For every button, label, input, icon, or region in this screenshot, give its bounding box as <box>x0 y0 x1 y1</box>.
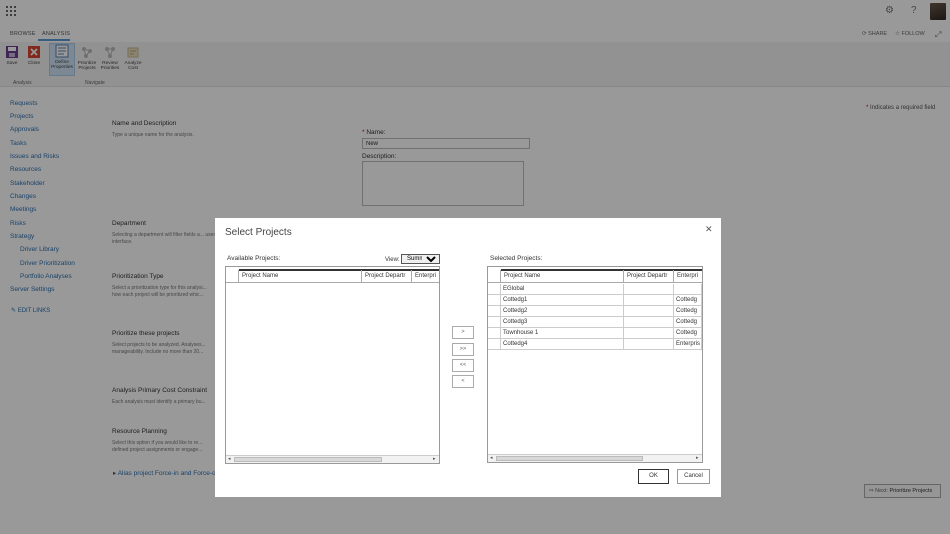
grid-header: Project Name Project Departr Enterpri <box>226 267 439 283</box>
enterprise-cell: Cottedg <box>674 306 702 317</box>
enterprise-cell: Enterpris <box>674 339 702 350</box>
project-department-cell <box>624 306 674 317</box>
column-header-project-department[interactable]: Project Departr <box>362 270 412 283</box>
scroll-left-icon[interactable]: ◂ <box>490 455 493 461</box>
selected-projects-grid[interactable]: Project Name Project Departr Enterpri EG… <box>487 266 703 463</box>
project-name-cell: Cottedg1 <box>501 295 624 306</box>
row-selector-header <box>226 270 239 283</box>
grid-header: Project Name Project Departr Enterpri <box>488 267 702 283</box>
scroll-thumb[interactable] <box>496 456 643 461</box>
available-projects-grid[interactable]: Project Name Project Departr Enterpri ◂ … <box>225 266 440 464</box>
ok-button[interactable]: OK <box>638 469 669 484</box>
row-selector-header <box>488 270 501 283</box>
scroll-thumb[interactable] <box>234 457 382 462</box>
column-header-project-name[interactable]: Project Name <box>501 270 624 283</box>
view-label: View: <box>385 257 400 263</box>
project-name-cell: Cottedg3 <box>501 317 624 328</box>
dialog-close-icon[interactable]: ✕ <box>705 224 713 235</box>
column-header-project-name[interactable]: Project Name <box>239 270 362 283</box>
project-department-cell <box>624 328 674 339</box>
dialog-title: Select Projects <box>225 227 292 238</box>
column-header-enterprise[interactable]: Enterpri <box>674 270 702 283</box>
row-selector-cell <box>488 328 501 339</box>
add-all-button[interactable]: >> <box>452 343 474 356</box>
available-projects-label: Available Projects: <box>227 255 281 262</box>
project-department-cell <box>624 317 674 328</box>
project-name-cell: EGlobal <box>501 284 624 295</box>
view-select[interactable]: Summary <box>401 254 440 264</box>
table-row[interactable]: Cottedg3 Cottedg <box>488 317 702 328</box>
enterprise-cell: Cottedg <box>674 295 702 306</box>
table-row[interactable]: Cottedg1 Cottedg <box>488 295 702 306</box>
column-header-enterprise[interactable]: Enterpri <box>412 270 439 283</box>
remove-selected-button[interactable]: < <box>452 375 474 388</box>
selected-projects-label: Selected Projects: <box>490 255 543 262</box>
row-selector-cell <box>488 317 501 328</box>
select-projects-dialog: Select Projects ✕ Available Projects: Vi… <box>215 218 721 497</box>
row-selector-cell <box>488 339 501 350</box>
project-department-cell <box>624 284 674 295</box>
row-selector-cell <box>488 295 501 306</box>
add-selected-button[interactable]: > <box>452 326 474 339</box>
scroll-left-icon[interactable]: ◂ <box>228 456 231 462</box>
project-department-cell <box>624 295 674 306</box>
horizontal-scrollbar[interactable]: ◂ ▸ <box>488 454 702 462</box>
enterprise-cell <box>674 284 702 295</box>
remove-all-button[interactable]: << <box>452 359 474 372</box>
scroll-right-icon[interactable]: ▸ <box>433 456 436 462</box>
table-row[interactable]: Cottedg2 Cottedg <box>488 306 702 317</box>
project-name-cell: Cottedg4 <box>501 339 624 350</box>
project-name-cell: Townhouse 1 <box>501 328 624 339</box>
table-row[interactable]: EGlobal <box>488 284 702 295</box>
project-department-cell <box>624 339 674 350</box>
table-row[interactable]: Townhouse 1 Cottedg <box>488 328 702 339</box>
row-selector-cell <box>488 306 501 317</box>
table-row[interactable]: Cottedg4 Enterpris <box>488 339 702 350</box>
enterprise-cell: Cottedg <box>674 317 702 328</box>
enterprise-cell: Cottedg <box>674 328 702 339</box>
cancel-button[interactable]: Cancel <box>677 469 710 484</box>
horizontal-scrollbar[interactable]: ◂ ▸ <box>226 455 439 463</box>
project-name-cell: Cottedg2 <box>501 306 624 317</box>
row-selector-cell <box>488 284 501 295</box>
column-header-project-department[interactable]: Project Departr <box>624 270 674 283</box>
scroll-right-icon[interactable]: ▸ <box>696 455 699 461</box>
